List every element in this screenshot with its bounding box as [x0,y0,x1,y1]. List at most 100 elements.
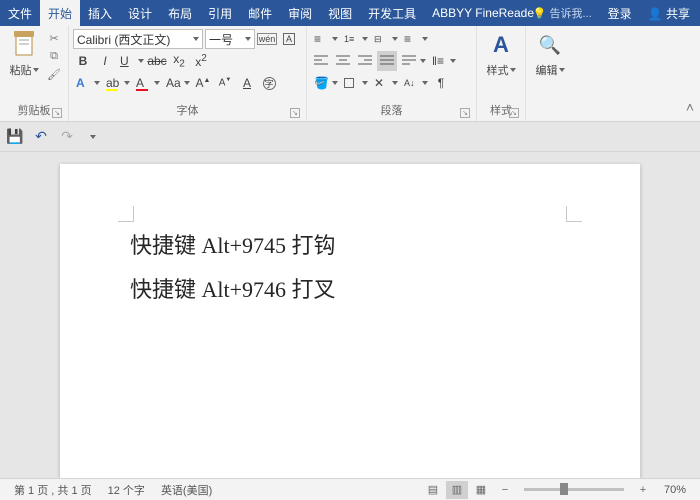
zoom-out-button[interactable]: − [494,481,516,499]
underline-icon: U [120,54,129,68]
indent-icon: ‖≡ [432,54,444,68]
zoom-in-button[interactable]: + [632,481,654,499]
paragraph-dialog-launcher[interactable]: ↘ [460,108,470,118]
chevron-down-icon [90,135,96,139]
grow-font-button[interactable]: A▲ [193,73,213,93]
tell-me-search[interactable]: 💡 告诉我... [527,2,598,24]
styles-dialog-launcher[interactable]: ↘ [509,108,519,118]
slider-thumb[interactable] [560,483,568,495]
distribute-button[interactable] [399,51,427,71]
collapse-ribbon-button[interactable]: ˄ [686,99,694,115]
decrease-indent-button[interactable]: ≡ [401,29,429,49]
zoom-slider[interactable] [524,488,624,491]
chevron-down-icon [138,59,144,63]
underline-button[interactable]: U [117,51,145,71]
font-name-combo[interactable]: Calibri (西文正文) [73,29,203,49]
clipboard-dialog-launcher[interactable]: ↘ [52,108,62,118]
clear-formatting-button[interactable]: A [237,73,257,93]
paste-label: 粘贴 [10,62,32,78]
share-button[interactable]: 👤 共享 [642,2,696,25]
numbering-button[interactable]: 1≡ [341,29,369,49]
font-size-combo[interactable]: 一号 [205,29,255,49]
asian-layout-button[interactable]: ✕ [371,73,399,93]
undo-button[interactable]: ↶ [32,128,50,145]
plus-icon: + [640,484,646,496]
shading-button[interactable]: 🪣 [311,73,339,93]
tab-references[interactable]: 引用 [200,0,240,27]
paste-button[interactable]: 粘贴 [4,28,44,80]
paragraph-text[interactable]: 快捷键 Alt+9745 打钩 [130,224,570,268]
document-area[interactable]: ↖ 快捷键 Alt+9745 打钩 快捷键 Alt+9746 打叉 [0,152,700,478]
font-color-button[interactable]: A [133,73,161,93]
multilevel-list-button[interactable]: ⊟ [371,29,399,49]
enclose-characters-button[interactable]: 字 [259,73,279,93]
character-border-button[interactable]: A [279,29,299,49]
page-indicator[interactable]: 第 1 页 , 共 1 页 [6,482,100,498]
grow-font-icon: A▲ [196,76,211,90]
align-left-button[interactable] [311,51,331,71]
tab-mailings[interactable]: 邮件 [240,0,280,27]
copy-button[interactable]: ⧉ [46,48,62,64]
chevron-down-icon [124,81,130,85]
tab-developer[interactable]: 开发工具 [360,0,424,27]
format-painter-button[interactable]: 🖌 [46,66,62,82]
strikethrough-button[interactable]: abc [147,51,167,71]
zoom-level[interactable]: 70% [656,484,694,496]
superscript-button[interactable]: x2 [191,51,211,71]
show-marks-button[interactable]: ¶ [431,73,451,93]
shrink-font-button[interactable]: A▼ [215,73,235,93]
web-layout-button[interactable]: ▦ [470,481,492,499]
chevron-down-icon [422,37,428,41]
tab-layout[interactable]: 布局 [160,0,200,27]
group-label-paragraph: 段落 [381,105,403,117]
bullets-icon: ≡ [314,32,321,46]
case-icon: Aa [166,76,181,90]
justify-button[interactable] [377,51,397,71]
editing-button[interactable]: 🔍 编辑 [530,28,570,80]
highlight-icon: ab [106,76,119,90]
status-bar: 第 1 页 , 共 1 页 12 个字 英语(美国) ▤ ▥ ▦ − + 70% [0,478,700,500]
chevron-down-icon [332,81,338,85]
outdent-icon: ≡ [404,32,411,46]
change-case-button[interactable]: Aa [163,73,191,93]
align-right-button[interactable] [355,51,375,71]
editing-label: 编辑 [536,62,558,78]
language-indicator[interactable]: 英语(美国) [153,482,220,498]
align-center-button[interactable] [333,51,353,71]
word-count[interactable]: 12 个字 [100,482,153,498]
tab-abbyy[interactable]: ABBYY FineReade [424,1,542,25]
cut-button[interactable]: ✂ [46,30,62,46]
read-mode-button[interactable]: ▤ [422,481,444,499]
tab-file[interactable]: 文件 [0,0,40,27]
paragraph-text[interactable]: 快捷键 Alt+9746 打叉 [130,268,570,312]
tab-insert[interactable]: 插入 [80,0,120,27]
font-dialog-launcher[interactable]: ↘ [290,108,300,118]
styles-button[interactable]: A 样式 [481,28,521,80]
tab-design[interactable]: 设计 [120,0,160,27]
bullets-button[interactable]: ≡ [311,29,339,49]
tab-home[interactable]: 开始 [40,0,80,27]
chevron-down-icon [94,81,100,85]
find-icon: 🔍 [536,30,564,60]
group-styles: A 样式 样式↘ [477,26,526,121]
increase-indent-button[interactable]: ‖≡ [429,51,457,71]
chevron-down-icon [420,59,426,63]
print-layout-button[interactable]: ▥ [446,481,468,499]
italic-button[interactable]: I [95,51,115,71]
group-label-font: 字体 [177,105,199,117]
highlight-button[interactable]: ab [103,73,131,93]
page: 快捷键 Alt+9745 打钩 快捷键 Alt+9746 打叉 [60,164,640,478]
subscript-button[interactable]: x2 [169,51,189,71]
tab-review[interactable]: 审阅 [280,0,320,27]
tab-view[interactable]: 视图 [320,0,360,27]
save-button[interactable]: 💾 [6,128,24,145]
login-button[interactable]: 登录 [602,2,638,25]
phonetic-guide-button[interactable]: wén [257,29,277,49]
redo-button[interactable]: ↷ [58,128,76,145]
borders-button[interactable] [341,73,369,93]
qat-customize-button[interactable] [84,135,102,139]
sort-button[interactable]: A↓ [401,73,429,93]
text-effects-button[interactable]: A [73,73,101,93]
bold-button[interactable]: B [73,51,93,71]
styles-icon: A [487,30,515,60]
